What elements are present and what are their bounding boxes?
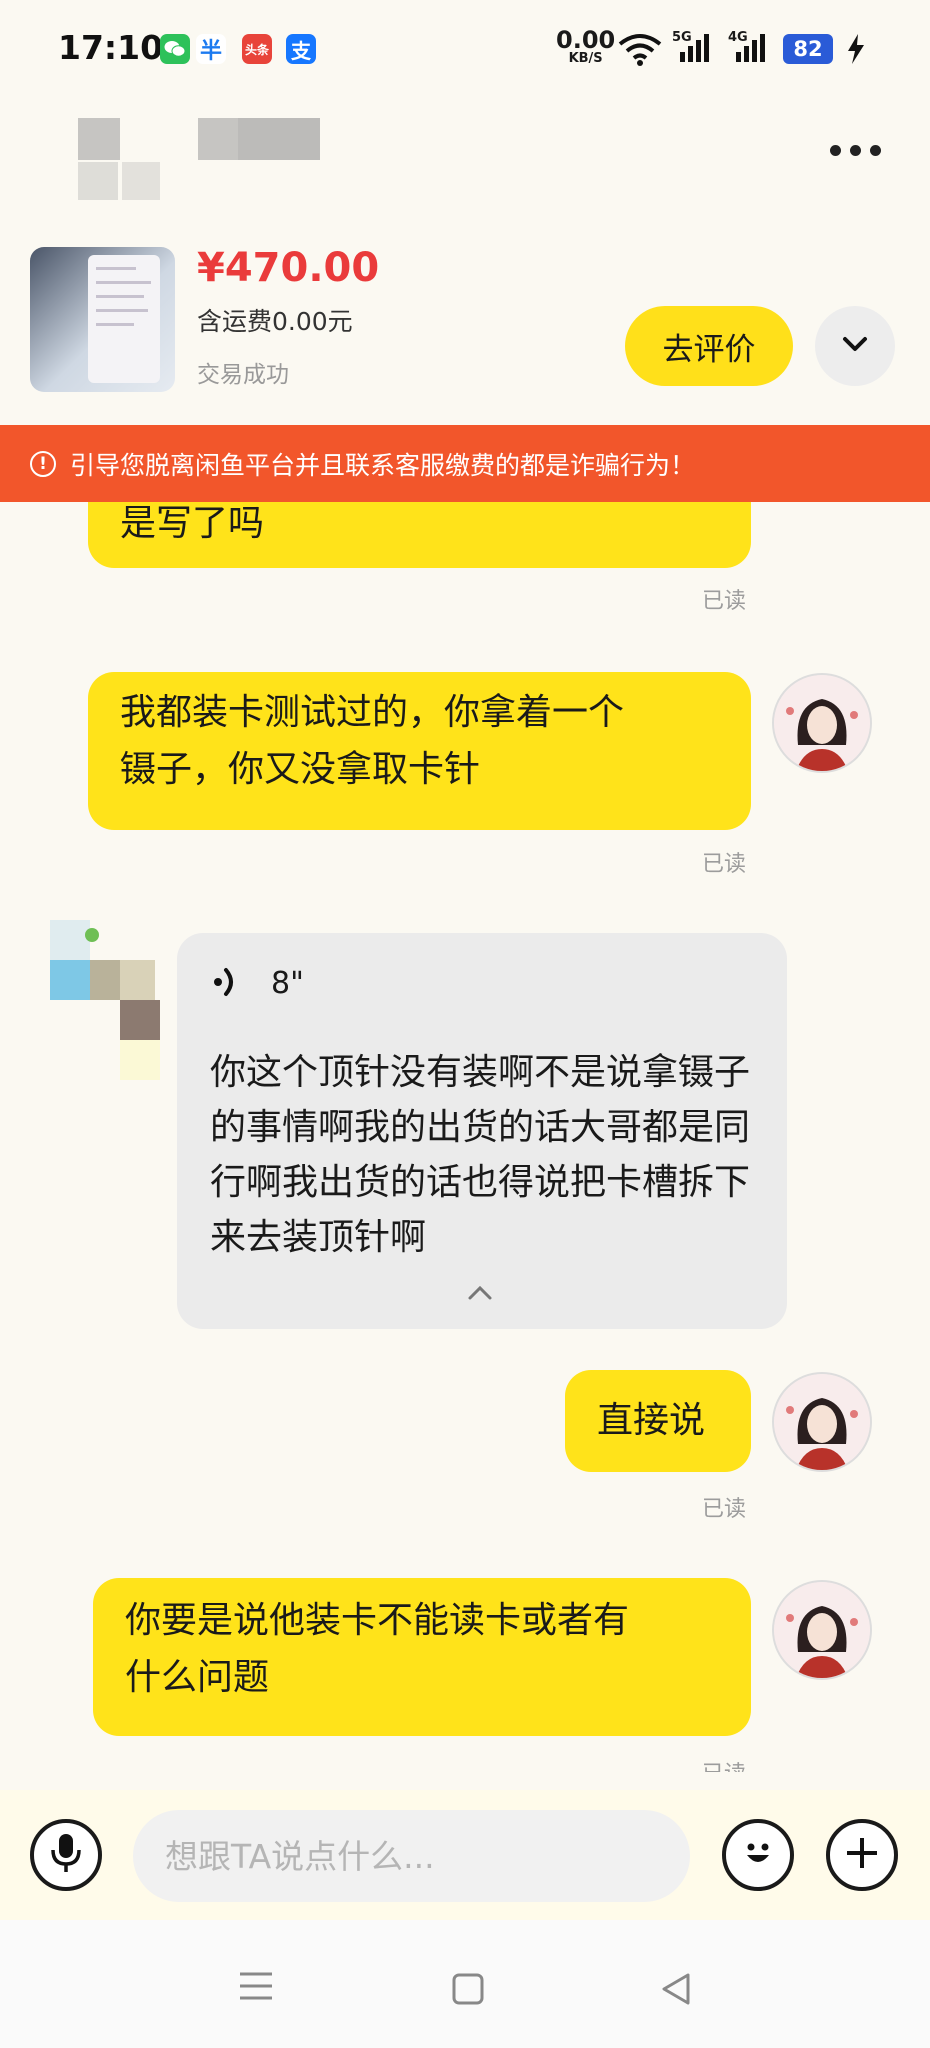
alipay-icon: 支 xyxy=(286,34,316,64)
message-input[interactable] xyxy=(133,1810,690,1902)
battery-indicator: 82 xyxy=(783,34,833,64)
menu-nav-icon[interactable] xyxy=(238,1970,274,2006)
read-receipt: 已读 xyxy=(702,589,747,614)
voice-transcript: 你这个顶针没有装啊不是说拿镊子的事情啊我的出货的话大哥都是同行啊我出货的话也得说… xyxy=(210,1052,751,1258)
back-nav-icon[interactable] xyxy=(660,1972,692,2010)
other-avatar-blurred[interactable] xyxy=(40,920,170,1080)
more-actions-button[interactable] xyxy=(826,1819,898,1891)
fraud-warning-banner: ! 引导您脱离闲鱼平台并且联系客服缴费的都是诈骗行为！ xyxy=(0,425,930,502)
toutiao-icon: 头条 xyxy=(242,34,272,64)
warning-text: 引导您脱离闲鱼平台并且联系客服缴费的都是诈骗行为！ xyxy=(70,450,696,480)
deal-status: 交易成功 xyxy=(197,362,289,388)
message-bubble-me[interactable]: 你要是说他装卡不能读卡或者有 什么问题 xyxy=(93,1578,751,1736)
message-text: 你要是说他装卡不能读卡或者有 xyxy=(125,1600,630,1641)
message-text: 直接说 xyxy=(597,1400,706,1441)
wechat-icon xyxy=(160,34,190,64)
signal-4g-icon: 4G xyxy=(728,30,770,68)
more-options-button[interactable] xyxy=(830,145,881,156)
collapse-transcript-icon[interactable] xyxy=(465,1283,495,1307)
message-bubble-me[interactable]: 是写了吗 xyxy=(88,502,751,568)
message-text: 是写了吗 xyxy=(120,503,265,544)
read-receipt: 已读 xyxy=(702,852,747,877)
status-time: 17:10 xyxy=(58,28,164,67)
my-avatar[interactable] xyxy=(772,673,872,773)
plus-icon xyxy=(843,1834,881,1876)
net-speed: 0.00 KB/S xyxy=(556,26,616,66)
smiley-icon xyxy=(738,1833,778,1877)
microphone-icon xyxy=(49,1832,83,1878)
product-price: ¥470.00 xyxy=(197,245,380,291)
voice-play-icon[interactable] xyxy=(210,960,246,1008)
my-avatar[interactable] xyxy=(772,1372,872,1472)
message-bubble-me[interactable]: 我都装卡测试过的，你拿着一个 镊子，你又没拿取卡针 xyxy=(88,672,751,830)
wifi-icon xyxy=(618,32,662,70)
product-thumbnail[interactable] xyxy=(30,247,175,392)
read-receipt: 已读 xyxy=(702,1756,746,1772)
review-button[interactable]: 去评价 xyxy=(625,306,793,386)
voice-input-button[interactable] xyxy=(30,1819,102,1891)
charging-icon xyxy=(846,34,866,68)
message-bubble-me[interactable]: 直接说 xyxy=(565,1370,751,1472)
signal-5g-icon: 5G xyxy=(672,30,714,68)
warning-icon: ! xyxy=(30,450,56,477)
shipping-fee: 含运费0.00元 xyxy=(197,307,353,336)
contact-name-blurred xyxy=(78,118,328,203)
chevron-down-icon xyxy=(841,335,869,357)
expand-button[interactable] xyxy=(815,306,895,386)
emoji-button[interactable] xyxy=(722,1819,794,1891)
my-avatar[interactable] xyxy=(772,1580,872,1680)
home-nav-icon[interactable] xyxy=(451,1972,485,2010)
message-text: 我都装卡测试过的，你拿着一个 xyxy=(120,692,625,733)
read-receipt: 已读 xyxy=(702,1497,747,1522)
voice-duration: 8" xyxy=(271,966,304,1001)
message-text: 什么问题 xyxy=(125,1657,270,1698)
message-text: 镊子，你又没拿取卡针 xyxy=(120,749,481,790)
app-icon-2: 半 xyxy=(196,34,226,64)
